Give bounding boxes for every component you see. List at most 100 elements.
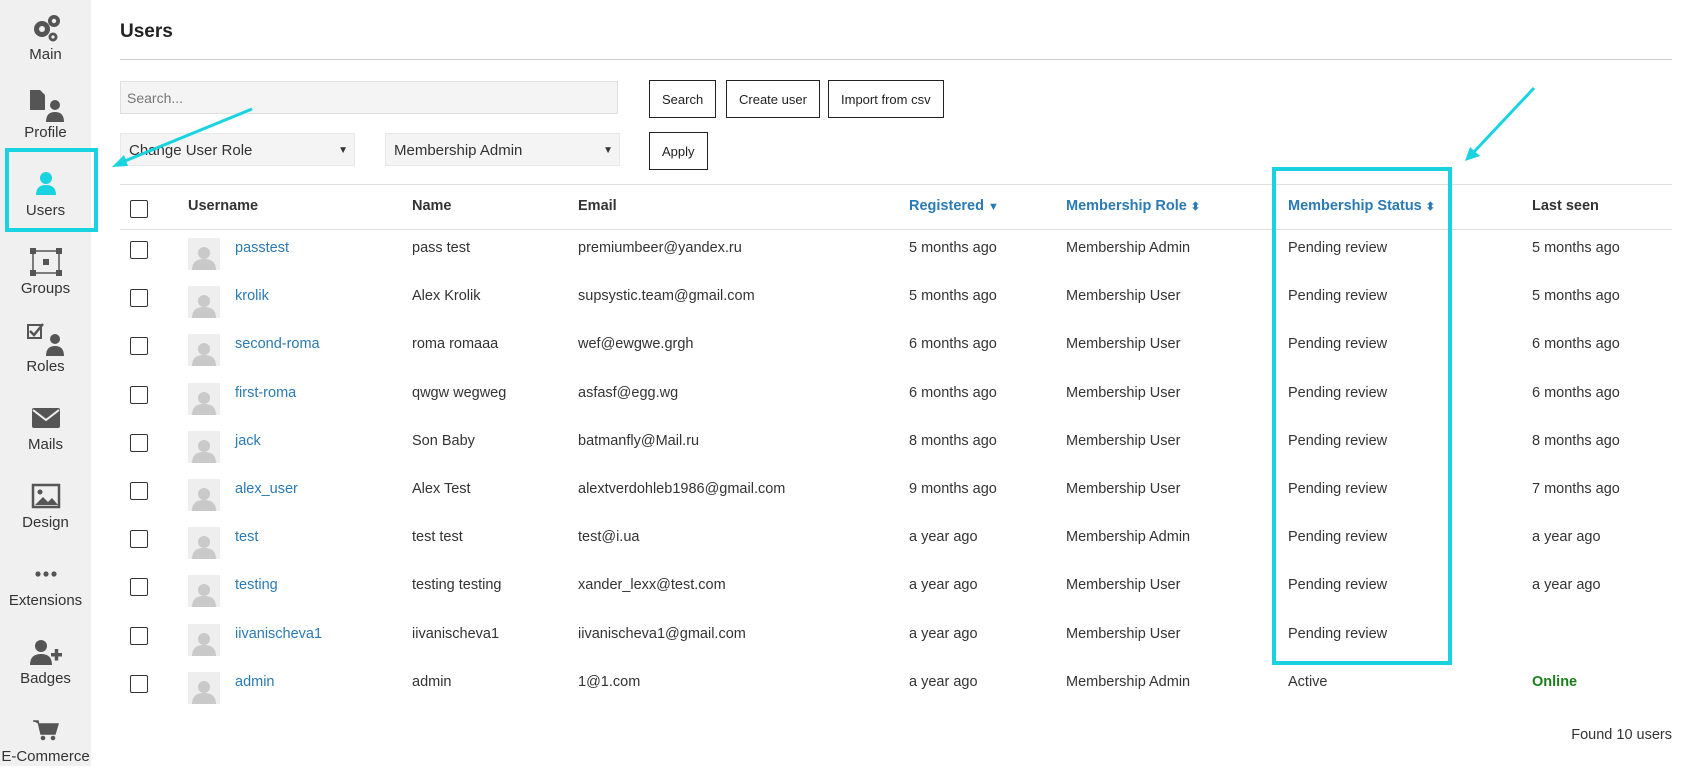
sidebar-label: Design: [22, 514, 69, 531]
avatar: [188, 478, 220, 511]
name-cell: Alex Krolik: [412, 288, 481, 305]
username-link[interactable]: admin: [235, 674, 275, 690]
avatar: [188, 430, 220, 463]
username-link[interactable]: alex_user: [235, 481, 298, 497]
users-highlight-box: [5, 148, 98, 232]
select-all-checkbox[interactable]: [130, 200, 148, 218]
username-link[interactable]: iivanischeva1: [235, 626, 322, 642]
membership-role-cell: Membership User: [1066, 288, 1181, 305]
sort-desc-icon: ▼: [987, 201, 999, 213]
table-row: admin admin 1@1.com a year ago Membership Ad…: [120, 664, 1672, 712]
last-seen-cell: 7 months ago: [1532, 480, 1620, 497]
username-link[interactable]: second-roma: [235, 336, 320, 352]
email-cell: supsystic.team@gmail.com: [578, 288, 755, 305]
row-checkbox[interactable]: [130, 481, 148, 500]
search-input[interactable]: [120, 81, 618, 114]
username-link[interactable]: first-roma: [235, 385, 296, 401]
last-seen-cell: 6 months ago: [1532, 336, 1620, 353]
registered-cell: a year ago: [909, 673, 978, 690]
last-seen-cell: 5 months ago: [1532, 288, 1620, 305]
membership-role-cell: Membership Admin: [1066, 673, 1191, 690]
search-button[interactable]: Search: [649, 80, 717, 118]
column-membership-role[interactable]: Membership Role ⬍: [1066, 198, 1200, 214]
role-action-select-value: Change User Role: [129, 142, 253, 159]
role-action-select[interactable]: Change User Role ▼: [120, 133, 355, 166]
row-checkbox[interactable]: [130, 289, 148, 308]
name-cell: test test: [412, 529, 463, 546]
registered-cell: 5 months ago: [909, 288, 997, 305]
sidebar-label: Extensions: [8, 592, 83, 609]
profile-icon: [0, 88, 91, 124]
column-last-seen: Last seen: [1532, 198, 1599, 214]
username-link[interactable]: passtest: [235, 240, 289, 256]
sidebar-label: Roles: [26, 358, 65, 375]
email-cell: alextverdohleb1986@gmail.com: [578, 480, 786, 497]
registered-cell: a year ago: [909, 529, 978, 546]
username-link[interactable]: test: [235, 529, 258, 545]
column-name: Name: [412, 198, 452, 214]
row-checkbox[interactable]: [130, 385, 148, 404]
row-checkbox[interactable]: [130, 530, 148, 549]
row-checkbox[interactable]: [130, 241, 148, 259]
import-csv-button[interactable]: Import from csv: [828, 80, 944, 118]
sidebar-item-design[interactable]: Design: [0, 468, 91, 544]
last-seen-cell: a year ago: [1532, 529, 1601, 546]
user-plus-icon: [0, 634, 91, 670]
name-cell: Alex Test: [412, 480, 471, 497]
membership-role-cell: Membership Admin: [1066, 529, 1191, 546]
row-checkbox[interactable]: [130, 337, 148, 356]
last-seen-cell: 6 months ago: [1532, 384, 1620, 401]
roles-icon: [0, 322, 91, 358]
row-checkbox[interactable]: [130, 674, 148, 693]
sidebar-item-groups[interactable]: Groups: [0, 234, 91, 310]
avatar: [188, 527, 220, 560]
sidebar-label: Badges: [20, 670, 71, 687]
column-username: Username: [188, 198, 259, 214]
sidebar-item-e-commerce[interactable]: E-Commerce: [0, 702, 91, 778]
sidebar-item-mails[interactable]: Mails: [0, 390, 91, 466]
apply-button[interactable]: Apply: [649, 132, 708, 170]
last-seen-cell: 5 months ago: [1532, 240, 1620, 256]
column-registered-label: Registered: [909, 198, 984, 214]
row-checkbox[interactable]: [130, 433, 148, 452]
registered-cell: 5 months ago: [909, 240, 997, 256]
last-seen-cell: 8 months ago: [1532, 432, 1620, 449]
column-registered[interactable]: Registered ▼: [909, 198, 999, 214]
membership-role-cell: Membership User: [1066, 480, 1181, 497]
membership-role-cell: Membership Admin: [1066, 240, 1191, 256]
sidebar-item-profile[interactable]: Profile: [0, 78, 91, 154]
membership-role-cell: Membership User: [1066, 625, 1181, 642]
membership-role-cell: Membership User: [1066, 384, 1181, 401]
create-user-button[interactable]: Create user: [726, 80, 820, 118]
status-highlight-box: [1272, 167, 1452, 665]
column-email: Email: [578, 198, 617, 214]
avatar: [188, 575, 220, 608]
email-cell: test@i.ua: [578, 529, 640, 546]
username-link[interactable]: jack: [235, 433, 261, 449]
registered-cell: a year ago: [909, 577, 978, 594]
registered-cell: 6 months ago: [909, 336, 997, 353]
username-link[interactable]: testing: [235, 577, 278, 593]
name-cell: admin: [412, 673, 452, 690]
row-checkbox[interactable]: [130, 578, 148, 597]
name-cell: pass test: [412, 240, 471, 256]
sidebar-label: Groups: [20, 280, 71, 297]
membership-role-cell: Membership User: [1066, 336, 1181, 353]
sidebar: Main Profile Users Groups Roles Mails De…: [0, 0, 91, 766]
registered-cell: 8 months ago: [909, 432, 997, 449]
avatar: [188, 671, 220, 704]
row-checkbox[interactable]: [130, 626, 148, 645]
avatar: [188, 382, 220, 415]
email-cell: premiumbeer@yandex.ru: [578, 240, 742, 256]
sidebar-item-roles[interactable]: Roles: [0, 312, 91, 388]
avatar: [188, 334, 220, 367]
envelope-icon: [0, 400, 91, 436]
username-link[interactable]: krolik: [235, 288, 269, 304]
avatar: [188, 623, 220, 656]
sidebar-item-extensions[interactable]: Extensions: [0, 546, 91, 622]
email-cell: wef@ewgwe.grgh: [578, 336, 694, 353]
sidebar-item-main[interactable]: Main: [0, 0, 91, 76]
role-value-select[interactable]: Membership Admin ▼: [385, 133, 620, 166]
avatar: [188, 286, 220, 319]
sidebar-item-badges[interactable]: Badges: [0, 624, 91, 700]
